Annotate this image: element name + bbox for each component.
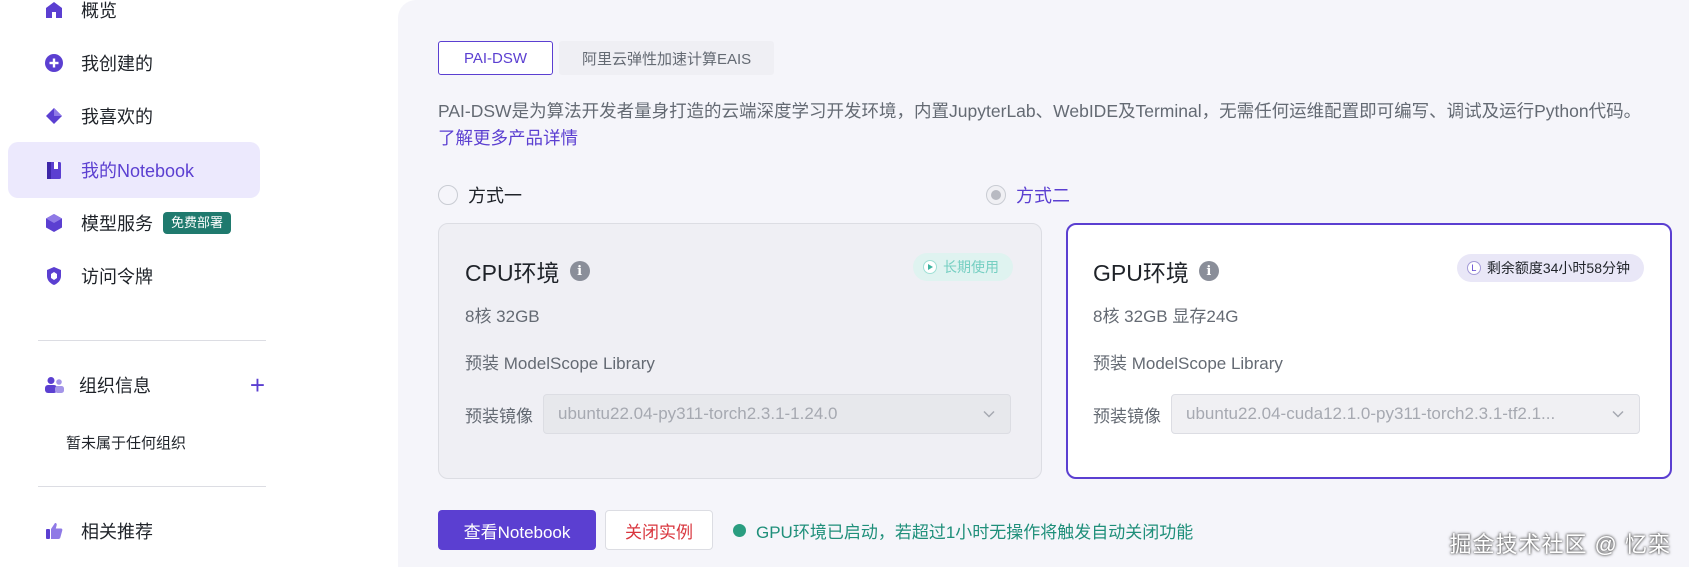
card-title: CPU环境 i xyxy=(465,254,590,288)
action-bar: 查看Notebook 关闭实例 GPU环境已启动，若超过1小时无操作将触发自动关… xyxy=(438,510,1193,550)
product-description: PAI-DSW是为算法开发者量身打造的云端深度学习开发环境，内置JupyterL… xyxy=(438,98,1678,152)
image-row: 预装镜像 ubuntu22.04-py311-torch2.3.1-1.24.0 xyxy=(465,394,1011,434)
info-icon[interactable]: i xyxy=(569,261,590,281)
sidebar-item-recommend[interactable]: 相关推荐 xyxy=(8,503,260,559)
status-text: GPU环境已启动，若超过1小时无操作将触发自动关闭功能 xyxy=(756,522,1194,542)
thumbs-up-icon xyxy=(43,520,65,542)
info-icon[interactable]: i xyxy=(1198,261,1219,281)
cpu-env-card[interactable]: CPU环境 i 长期使用 8核 32GB 预装 ModelScope Libra… xyxy=(438,223,1042,479)
radio-label: 方式二 xyxy=(1016,186,1070,206)
card-library: 预装 ModelScope Library xyxy=(1093,354,1283,373)
image-select[interactable]: ubuntu22.04-py311-torch2.3.1-1.24.0 xyxy=(543,394,1011,434)
home-icon xyxy=(43,0,65,21)
sidebar-item-label: 概览 xyxy=(81,1,117,21)
tab-eais[interactable]: 阿里云弹性加速计算EAIS xyxy=(559,41,775,75)
option-two-radio[interactable]: 方式二 xyxy=(986,182,1070,208)
image-row: 预装镜像 ubuntu22.04-cuda12.1.0-py311-torch2… xyxy=(1093,394,1640,434)
image-label: 预装镜像 xyxy=(465,406,533,426)
gpu-env-card[interactable]: GPU环境 i L 剩余额度34小时58分钟 8核 32GB 显存24G 预装 … xyxy=(1066,223,1672,479)
option-one-radio[interactable]: 方式一 xyxy=(438,182,522,208)
card-title-text: CPU环境 xyxy=(465,260,560,286)
add-org-button[interactable]: + xyxy=(250,372,265,398)
image-select[interactable]: ubuntu22.04-cuda12.1.0-py311-torch2.3.1-… xyxy=(1171,394,1640,434)
sidebar-item-label: 我喜欢的 xyxy=(81,107,153,127)
people-icon xyxy=(43,374,65,396)
sidebar-item-overview[interactable]: 概览 xyxy=(8,0,260,38)
radio-label: 方式一 xyxy=(468,186,522,206)
sidebar-item-label: 访问令牌 xyxy=(81,267,153,287)
sidebar-item-label: 我的Notebook xyxy=(81,161,195,181)
pill-text: 长期使用 xyxy=(943,259,999,275)
shield-icon xyxy=(43,265,65,287)
sidebar-item-created[interactable]: 我创建的 xyxy=(8,35,260,91)
cube-icon xyxy=(43,212,65,234)
chevron-down-icon xyxy=(983,410,995,418)
org-empty-text: 暂未属于任何组织 xyxy=(66,435,187,452)
watermark: 掘金技术社区 @ 忆栾 xyxy=(1449,532,1671,557)
play-icon xyxy=(923,260,937,274)
pill-text: 剩余额度34小时58分钟 xyxy=(1486,260,1630,276)
status-message: GPU环境已启动，若超过1小时无操作将触发自动关闭功能 xyxy=(733,518,1193,543)
card-spec: 8核 32GB 显存24G xyxy=(1093,307,1239,326)
card-title-text: GPU环境 xyxy=(1093,260,1189,286)
card-spec: 8核 32GB xyxy=(465,307,540,326)
sidebar-item-liked[interactable]: 我喜欢的 xyxy=(8,88,260,144)
quota-pill: L 剩余额度34小时58分钟 xyxy=(1456,254,1644,282)
description-text: PAI-DSW是为算法开发者量身打造的云端深度学习开发环境，内置JupyterL… xyxy=(438,101,1642,121)
radio-button-selected[interactable] xyxy=(986,185,1006,205)
product-tabs: PAI-DSW 阿里云弹性加速计算EAIS xyxy=(438,41,775,75)
view-notebook-button[interactable]: 查看Notebook xyxy=(438,510,596,550)
sidebar-divider xyxy=(38,340,266,341)
status-dot-icon xyxy=(733,523,746,537)
sidebar-item-access-token[interactable]: 访问令牌 xyxy=(8,248,260,304)
free-deploy-badge: 免费部署 xyxy=(163,212,232,234)
long-term-pill: 长期使用 xyxy=(913,253,1013,281)
notebook-icon xyxy=(43,159,65,181)
image-select-value: ubuntu22.04-py311-torch2.3.1-1.24.0 xyxy=(558,404,838,423)
plus-circle-icon xyxy=(43,52,65,74)
tab-pai-dsw[interactable]: PAI-DSW xyxy=(438,41,553,75)
image-select-value: ubuntu22.04-cuda12.1.0-py311-torch2.3.1-… xyxy=(1186,404,1556,423)
sidebar-item-model-service[interactable]: 模型服务 免费部署 xyxy=(8,195,260,251)
sidebar-item-notebook[interactable]: 我的Notebook xyxy=(8,142,260,198)
close-instance-button[interactable]: 关闭实例 xyxy=(605,510,713,550)
sidebar-item-label: 模型服务 xyxy=(81,214,153,234)
learn-more-link[interactable]: 了解更多产品详情 xyxy=(438,128,578,148)
radio-button[interactable] xyxy=(438,185,458,205)
sidebar-item-label: 我创建的 xyxy=(81,54,153,74)
org-section-header: 组织信息 + xyxy=(43,370,265,400)
card-library: 预装 ModelScope Library xyxy=(465,354,655,373)
org-title: 组织信息 xyxy=(79,376,151,396)
diamond-icon xyxy=(43,105,65,127)
main-panel: PAI-DSW 阿里云弹性加速计算EAIS PAI-DSW是为算法开发者量身打造… xyxy=(398,0,1689,567)
clock-icon: L xyxy=(1466,261,1481,275)
sidebar-item-label: 相关推荐 xyxy=(81,522,153,542)
image-label: 预装镜像 xyxy=(1093,406,1161,426)
chevron-down-icon xyxy=(1612,410,1624,418)
sidebar-divider xyxy=(38,486,266,487)
sidebar: 概览 我创建的 我喜欢的 我的Notebook 模型服务 免费部署 访问令牌 组… xyxy=(0,0,368,567)
card-title: GPU环境 i xyxy=(1093,254,1219,288)
